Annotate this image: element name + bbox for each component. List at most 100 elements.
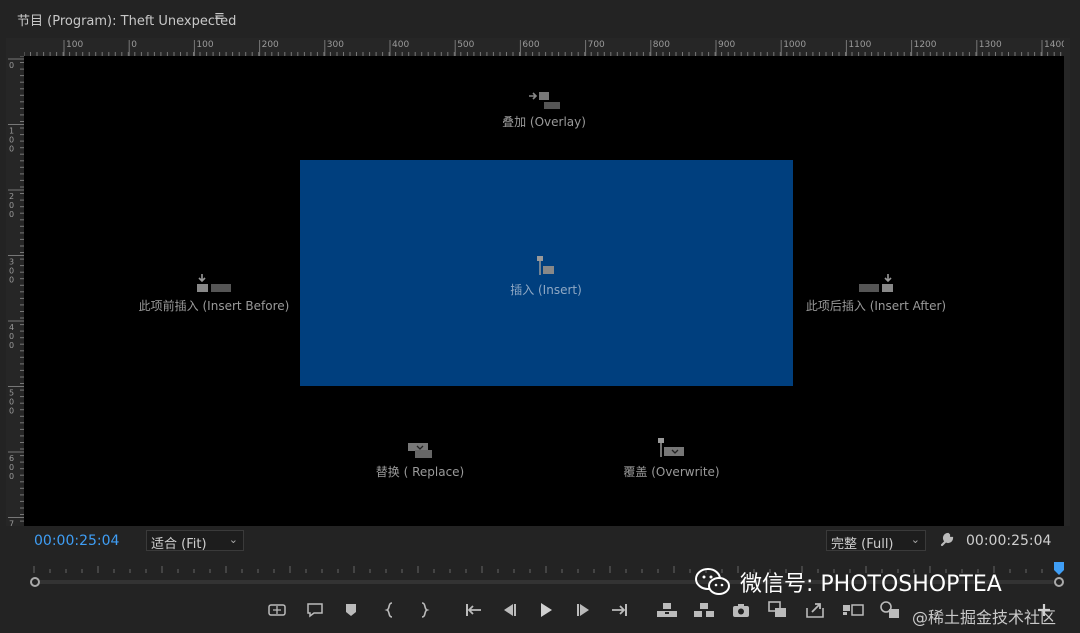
ruler-left-label: 0 [9,472,14,481]
ruler-left-label: 6 [9,454,14,463]
marker-icon [346,604,356,616]
go-to-out-button[interactable] [608,598,632,622]
go-to-in-icon [466,604,481,616]
panel-menu-icon[interactable]: ≡ [214,9,225,24]
ruler-left-label: 0 [9,276,14,285]
zoom-handle-right[interactable] [1054,577,1064,587]
step-forward-icon [577,604,589,616]
ruler-left-label: 0 [9,136,14,145]
marker-button[interactable] [339,598,363,622]
comparison-view-icon [768,601,786,617]
ruler-left-label: 0 [9,407,14,416]
ruler-left-label: 4 [9,323,14,332]
lift-button[interactable] [655,598,679,622]
ruler-left-ticks: 01002003004005006007 [8,56,24,527]
ruler-left-label: 0 [9,61,14,70]
zoom-handle-left[interactable] [30,577,40,587]
vr-video-button[interactable] [878,598,902,622]
mark-in-button[interactable] [378,598,402,622]
replace-icon [408,443,432,458]
ruler-top-label: 700 [588,40,605,50]
step-back-button[interactable] [497,598,521,622]
ruler-top-label: 800 [653,40,670,50]
source-watermark: @稀土掘金技术社区 [912,608,1057,627]
chevron-down-icon: ⌄ [228,533,238,546]
ruler-left-label: 0 [9,332,14,341]
wechat-logo-icon [695,568,730,595]
ruler-top-label: 1300 [979,40,1002,50]
overlay-icon [529,92,560,109]
program-monitor[interactable]: 叠加 (Overlay) 插入 (Insert) 此项前插入 (Insert B… [24,56,1064,526]
play-button[interactable] [534,598,558,622]
mark-out-icon [421,602,430,618]
insert-icon [537,256,554,275]
playhead-marker[interactable] [1054,562,1064,575]
proxy-toggle-icon [843,604,864,616]
ruler-top-label: 400 [392,40,409,50]
zoom-level-value: 适合 (Fit) [151,537,207,552]
ruler-top: 100 0 100 200 300 400 500 600 700 800 900 1000 1100 1… [24,38,1064,56]
ruler-left-label: 0 [9,267,14,276]
drop-label-overwrite: 覆盖 (Overwrite) [623,465,720,479]
drop-zone-overwrite[interactable]: 覆盖 (Overwrite) [609,436,734,480]
add-marker-button[interactable] [265,598,289,622]
ruler-left-label: 0 [9,210,14,219]
export-frame-button[interactable] [729,598,753,622]
step-back-icon [504,604,516,616]
drop-zone-insert-after[interactable]: 此项后插入 (Insert After) [798,272,954,314]
comment-button[interactable] [303,598,327,622]
ruler-top-label: 1000 [783,40,806,50]
ruler-top-label: 100 [66,40,83,50]
wrench-icon[interactable] [938,530,956,548]
panel-title[interactable]: 节目 (Program): Theft Unexpected [17,10,236,29]
insert-before-icon [197,274,231,292]
go-to-in-button[interactable] [461,598,485,622]
extract-icon [694,603,714,617]
insert-after-icon [859,274,893,292]
playhead-timecode[interactable]: 00:00:25:04 [34,533,119,549]
ruler-left-label: 0 [9,398,14,407]
ruler-left-label: 7 [9,520,14,527]
go-to-out-icon [612,604,627,616]
ruler-left-label: 0 [9,463,14,472]
ruler-top-label: 1200 [914,40,937,50]
drop-label-insert: 插入 (Insert) [510,283,582,297]
ruler-top-label: 300 [327,40,344,50]
ruler-left-label: 2 [9,192,14,201]
comparison-view-button[interactable] [766,598,790,622]
extract-button[interactable] [692,598,716,622]
ruler-top-ticks: 100 0 100 200 300 400 500 600 700 800 900 1000 1100 1… [24,40,1064,56]
ruler-top-label: 1100 [848,40,871,50]
vr-video-icon [880,601,899,618]
comment-icon [307,603,323,618]
export-frame-icon [733,604,749,617]
drop-zone-insert[interactable]: 插入 (Insert) [476,254,616,298]
drop-zone-overlay[interactable]: 叠加 (Overlay) [474,90,614,130]
panel-header: 节目 (Program): Theft Unexpected ≡ [0,0,1080,38]
watermark-text: 微信号: PHOTOSHOPTEA [740,572,1002,597]
play-icon [541,603,552,617]
ruler-left-label: 3 [9,258,14,267]
watermark: 微信号: PHOTOSHOPTEA [694,566,1002,598]
playback-resolution-value: 完整 (Full) [831,537,894,552]
video-frame[interactable]: 插入 (Insert) [300,160,793,386]
add-marker-icon [268,604,286,616]
drop-label-replace: 替换 ( Replace) [375,465,465,479]
zoom-level-select[interactable]: 适合 (Fit) ⌄ [146,530,244,552]
ruler-top-label: 0 [131,40,137,50]
ruler-top-label: 200 [262,40,279,50]
mark-out-button[interactable] [412,598,436,622]
playback-resolution-select[interactable]: 完整 (Full) ⌄ [826,530,926,552]
drop-label-insert-after: 此项后插入 (Insert After) [805,299,947,313]
drop-label-insert-before: 此项前插入 (Insert Before) [138,299,290,313]
ruler-top-label: 600 [522,40,539,50]
ruler-left-label: 0 [9,145,14,154]
drop-zone-insert-before[interactable]: 此项前插入 (Insert Before) [128,272,300,314]
ruler-top-label: 100 [196,40,213,50]
duration-timecode: 00:00:25:04 [966,533,1052,549]
ruler-top-label: 500 [457,40,474,50]
step-forward-button[interactable] [572,598,596,622]
proxy-toggle-button[interactable] [841,598,865,622]
drop-zone-replace[interactable]: 替换 ( Replace) [360,440,480,480]
export-button[interactable] [803,598,827,622]
